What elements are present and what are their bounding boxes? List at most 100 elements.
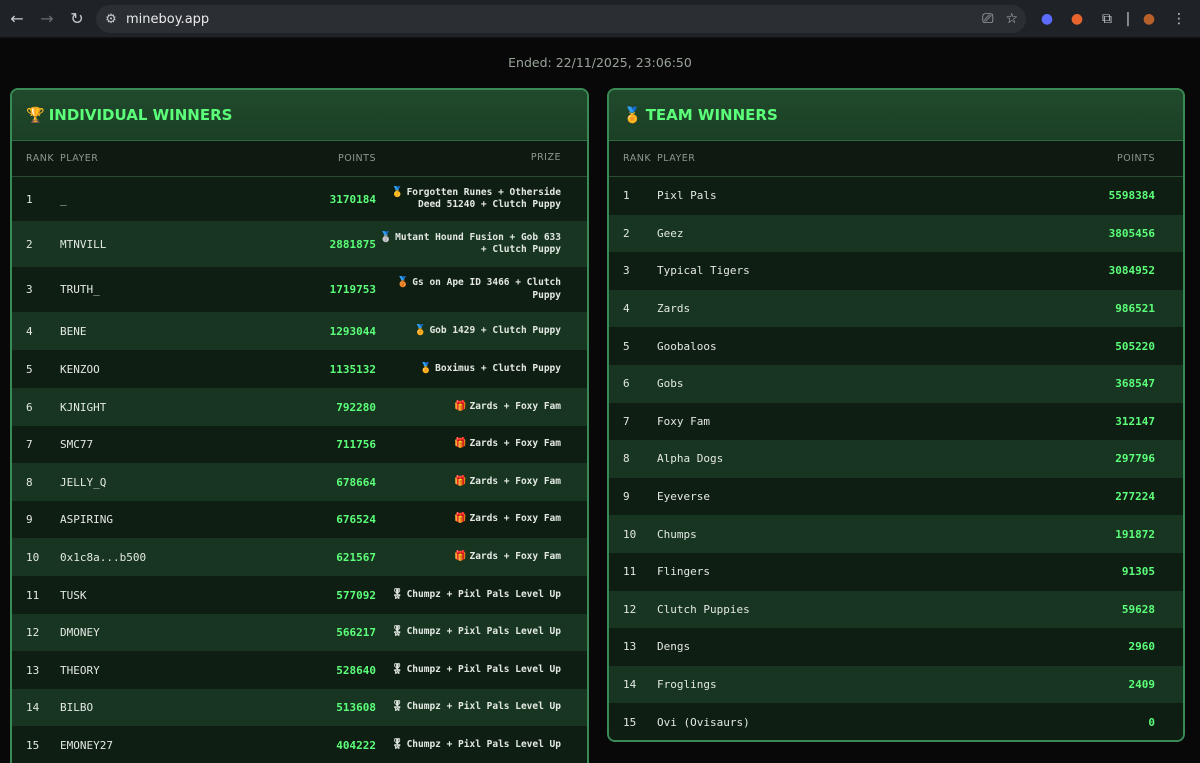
table-row: 10 0x1c8a...b500 621567 🎁 Zards + Foxy Fam	[12, 538, 587, 576]
player-cell: KJNIGHT	[60, 400, 107, 414]
rank-cell: 4	[623, 302, 630, 316]
team-name-cell: Geez	[657, 226, 684, 240]
team-winners-panel: 🏅 TEAM WINNERS RANK PLAYER POINTS 1 Pixl …	[607, 88, 1185, 742]
metamask-icon[interactable]: ●	[1062, 4, 1092, 34]
address-bar[interactable]: ⚙ mineboy.app ⎚ ☆	[96, 5, 1026, 33]
points-cell: 621567	[336, 550, 376, 564]
points-cell: 577092	[336, 588, 376, 602]
rank-cell: 5	[623, 339, 630, 353]
prize-cell: 🥇 Forgotten Runes + Otherside Deed 51240 …	[376, 187, 575, 212]
prize-text: Chumpz + Pixl Pals Level Up	[406, 588, 561, 600]
rank-cell: 9	[623, 490, 630, 504]
prize-medal-icon: 🎁	[454, 438, 467, 450]
medal-icon: 🏅	[623, 106, 642, 124]
individual-table-header: RANK PLAYER POINTS PRIZE	[12, 141, 587, 177]
prize-cell: 🏅 Boximus + Clutch Puppy	[376, 363, 575, 376]
divider: |	[1125, 11, 1131, 27]
table-row: 3 Typical Tigers 3084952	[609, 252, 1183, 290]
team-name-cell: Froglings	[657, 678, 717, 692]
site-settings-icon[interactable]: ⚙	[96, 12, 126, 27]
prize-medal-icon: 🏅	[413, 324, 427, 336]
player-cell: EMONEY27	[60, 738, 113, 752]
rank-cell: 15	[26, 738, 40, 752]
menu-kebab-icon[interactable]: ⋮	[1164, 4, 1194, 34]
bookmark-star-icon[interactable]: ☆	[1005, 11, 1018, 27]
table-row: 2 MTNVILL 2881875 🥈 Mutant Hound Fusion + Go…	[12, 221, 587, 267]
col-points: POINTS	[1117, 153, 1155, 164]
player-cell: 0x1c8a...b500	[60, 550, 147, 564]
prize-text: Chumpz + Pixl Pals Level Up	[406, 738, 561, 750]
table-row: 1 _ 3170184 🥇 Forgotten Runes + Otherside De…	[12, 177, 587, 221]
team-name-cell: Zards	[657, 302, 691, 316]
team-name-cell: Chumps	[657, 527, 697, 541]
rank-cell: 13	[26, 663, 40, 677]
profile-avatar[interactable]: ●	[1134, 4, 1164, 34]
prize-medal-icon: 🎖	[390, 626, 404, 638]
rank-cell: 14	[26, 701, 40, 714]
table-row: 8 Alpha Dogs 297796	[609, 440, 1183, 478]
points-cell: 3170184	[329, 192, 376, 206]
col-player: PLAYER	[657, 153, 696, 164]
reload-icon[interactable]: ↻	[62, 4, 92, 34]
points-cell: 986521	[1115, 302, 1155, 316]
col-rank: RANK	[623, 153, 652, 164]
team-name-cell: Gobs	[657, 377, 684, 391]
points-cell: 678664	[336, 475, 376, 489]
points-cell: 792280	[336, 400, 376, 414]
prize-cell: 🎖 Chumpz + Pixl Pals Level Up	[376, 626, 575, 639]
team-name-cell: Pixl Pals	[657, 189, 717, 203]
player-cell: JELLY_Q	[60, 475, 107, 489]
rank-cell: 6	[623, 377, 630, 391]
col-prize: PRIZE	[530, 152, 561, 164]
puzzle-extensions-icon[interactable]: ⧉	[1092, 4, 1122, 34]
browser-toolbar: ← → ↻ ⚙ mineboy.app ⎚ ☆ ● ● ⧉ | ● ⋮	[0, 0, 1200, 38]
table-row: 9 ASPIRING 676524 🎁 Zards + Foxy Fam	[12, 501, 587, 538]
table-row: 11 TUSK 577092 🎖 Chumpz + Pixl Pals Level Up	[12, 576, 587, 614]
prize-cell: 🎁 Zards + Foxy Fam	[376, 513, 575, 526]
table-row: 2 Geez 3805456	[609, 214, 1183, 253]
prize-cell: 🎖 Chumpz + Pixl Pals Level Up	[376, 664, 575, 677]
table-row: 8 JELLY_Q 678664 🎁 Zards + Foxy Fam	[12, 463, 587, 501]
team-table-header: RANK PLAYER POINTS	[609, 141, 1183, 177]
back-icon[interactable]: ←	[2, 4, 32, 34]
install-app-icon[interactable]: ⎚	[982, 11, 993, 27]
team-winners-title: TEAM WINNERS	[645, 106, 778, 124]
individual-winners-panel: 🏆 INDIVIDUAL WINNERS RANK PLAYER POINTS …	[10, 88, 589, 763]
points-cell: 566217	[336, 626, 376, 639]
forward-icon[interactable]: →	[32, 4, 62, 34]
rank-cell: 2	[623, 226, 630, 240]
prize-cell: 🥈 Mutant Hound Fusion + Gob 633 + Clutch …	[376, 232, 575, 257]
team-name-cell: Typical Tigers	[657, 264, 750, 278]
prize-text: Chumpz + Pixl Pals Level Up	[406, 626, 561, 638]
extensions-area: ● ● ⧉ | ● ⋮	[1032, 4, 1194, 34]
team-name-cell: Clutch Puppies	[657, 602, 750, 616]
points-cell: 404222	[336, 738, 376, 752]
prize-cell: 🎁 Zards + Foxy Fam	[376, 551, 575, 564]
prize-text: Chumpz + Pixl Pals Level Up	[406, 663, 561, 675]
points-cell: 297796	[1115, 452, 1155, 466]
table-row: 5 Goobaloos 505220	[609, 327, 1183, 365]
team-name-cell: Goobaloos	[657, 339, 717, 353]
points-cell: 1135132	[329, 362, 376, 376]
url-text[interactable]: mineboy.app	[126, 12, 209, 27]
prize-medal-icon: 🎁	[454, 513, 467, 525]
points-cell: 191872	[1115, 527, 1155, 541]
rank-cell: 12	[623, 602, 637, 616]
table-row: 13 Dengs 2960	[609, 628, 1183, 666]
individual-winners-title: INDIVIDUAL WINNERS	[48, 106, 233, 124]
points-cell: 1293044	[329, 324, 376, 338]
col-points: POINTS	[338, 153, 376, 164]
prize-cell: 🎁 Zards + Foxy Fam	[376, 438, 575, 451]
points-cell: 2409	[1128, 678, 1156, 692]
rank-cell: 11	[623, 565, 637, 579]
player-cell: BILBO	[60, 701, 94, 714]
player-cell: SMC77	[60, 438, 94, 451]
points-cell: 312147	[1115, 414, 1155, 428]
points-cell: 528640	[336, 663, 376, 677]
player-cell: ASPIRING	[60, 513, 113, 526]
prize-medal-icon: 🥉	[396, 277, 410, 288]
prize-medal-icon: 🎖	[390, 738, 404, 750]
prize-text: Mutant Hound Fusion + Gob 633 + Clutch P…	[395, 231, 561, 256]
table-row: 7 Foxy Fam 312147	[609, 402, 1183, 441]
extension-icon[interactable]: ●	[1032, 4, 1062, 34]
